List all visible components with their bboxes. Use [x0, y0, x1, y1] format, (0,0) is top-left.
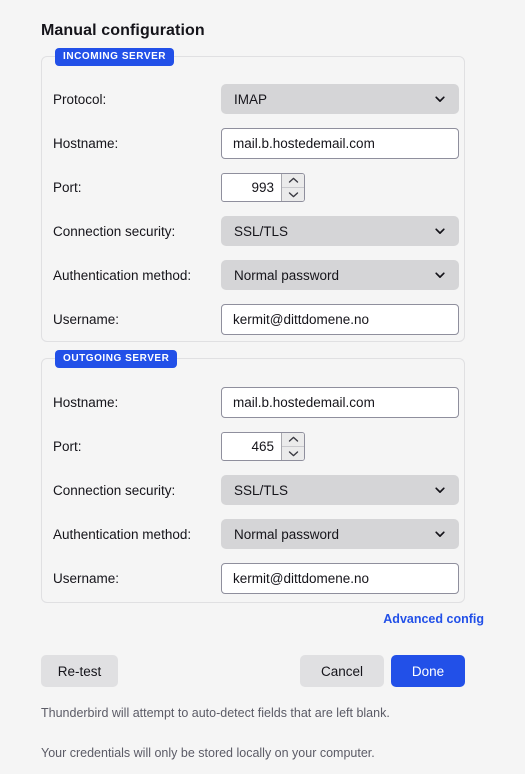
incoming-port-label: Port:: [53, 179, 82, 195]
outgoing-connection-security-value: SSL/TLS: [234, 482, 289, 498]
outgoing-port-stepper-buttons: [281, 432, 304, 460]
outgoing-username-label: Username:: [53, 570, 120, 586]
manual-configuration-panel: Manual configuration INCOMING SERVER Pro…: [0, 0, 525, 774]
incoming-hostname-row: Hostname: mail.b.hostedemail.com: [42, 127, 464, 159]
chevron-down-icon: [434, 269, 446, 281]
outgoing-username-value: kermit@dittdomene.no: [233, 570, 370, 586]
incoming-hostname-input[interactable]: mail.b.hostedemail.com: [221, 127, 459, 159]
done-button[interactable]: Done: [391, 655, 465, 687]
outgoing-hostname-label: Hostname:: [53, 394, 119, 410]
outgoing-hostname-row: Hostname: mail.b.hostedemail.com: [42, 386, 464, 418]
advanced-config-link[interactable]: Advanced config: [383, 612, 484, 626]
incoming-connection-security-label: Connection security:: [53, 223, 176, 239]
chevron-down-icon: [434, 225, 446, 237]
outgoing-port-label: Port:: [53, 438, 82, 454]
incoming-authentication-method-select[interactable]: Normal password: [221, 260, 459, 290]
incoming-username-label: Username:: [53, 311, 120, 327]
outgoing-port-value[interactable]: 465: [222, 433, 281, 460]
incoming-authentication-method-value: Normal password: [234, 267, 340, 283]
spinner-up-icon[interactable]: [282, 433, 304, 447]
chevron-down-icon: [434, 93, 446, 105]
outgoing-connection-security-label: Connection security:: [53, 482, 176, 498]
incoming-protocol-select[interactable]: IMAP: [221, 84, 459, 114]
outgoing-authentication-method-value: Normal password: [234, 526, 340, 542]
incoming-server-legend: INCOMING SERVER: [55, 48, 175, 66]
incoming-connection-security-value: SSL/TLS: [234, 223, 289, 239]
outgoing-authentication-method-select[interactable]: Normal password: [221, 519, 459, 549]
incoming-connection-security-row: Connection security: SSL/TLS: [42, 216, 464, 246]
incoming-port-stepper-buttons: [281, 173, 304, 201]
re-test-button[interactable]: Re-test: [41, 655, 118, 687]
incoming-hostname-value: mail.b.hostedemail.com: [233, 135, 375, 151]
cancel-button[interactable]: Cancel: [300, 655, 384, 687]
outgoing-authentication-method-row: Authentication method: Normal password: [42, 519, 464, 549]
incoming-username-row: Username: kermit@dittdomene.no: [42, 303, 464, 335]
outgoing-authentication-method-label: Authentication method:: [53, 526, 192, 542]
outgoing-username-row: Username: kermit@dittdomene.no: [42, 562, 464, 594]
incoming-hostname-label: Hostname:: [53, 135, 119, 151]
spinner-down-icon[interactable]: [282, 447, 304, 460]
chevron-down-icon: [434, 484, 446, 496]
credentials-note: Your credentials will only be stored loc…: [41, 746, 375, 760]
incoming-protocol-label: Protocol:: [53, 91, 107, 107]
outgoing-port-row: Port: 465: [42, 431, 464, 461]
chevron-down-icon: [434, 528, 446, 540]
spinner-down-icon[interactable]: [282, 188, 304, 201]
incoming-port-value[interactable]: 993: [222, 174, 281, 201]
incoming-authentication-method-label: Authentication method:: [53, 267, 192, 283]
autodetect-note: Thunderbird will attempt to auto-detect …: [41, 706, 390, 720]
incoming-port-stepper[interactable]: 993: [221, 172, 305, 202]
outgoing-server-fieldset: OUTGOING SERVER Hostname: mail.b.hostedem…: [41, 350, 465, 603]
incoming-connection-security-select[interactable]: SSL/TLS: [221, 216, 459, 246]
outgoing-username-input[interactable]: kermit@dittdomene.no: [221, 562, 459, 594]
incoming-authentication-method-row: Authentication method: Normal password: [42, 260, 464, 290]
incoming-username-input[interactable]: kermit@dittdomene.no: [221, 303, 459, 335]
incoming-protocol-value: IMAP: [234, 91, 268, 107]
outgoing-server-legend: OUTGOING SERVER: [55, 350, 178, 368]
page-title: Manual configuration: [41, 22, 205, 39]
outgoing-hostname-input[interactable]: mail.b.hostedemail.com: [221, 386, 459, 418]
outgoing-hostname-value: mail.b.hostedemail.com: [233, 394, 375, 410]
outgoing-connection-security-select[interactable]: SSL/TLS: [221, 475, 459, 505]
spinner-up-icon[interactable]: [282, 174, 304, 188]
outgoing-port-stepper[interactable]: 465: [221, 431, 305, 461]
outgoing-connection-security-row: Connection security: SSL/TLS: [42, 475, 464, 505]
incoming-protocol-row: Protocol: IMAP: [42, 84, 464, 114]
incoming-server-fieldset: INCOMING SERVER Protocol: IMAP Hostname: ma…: [41, 48, 465, 342]
incoming-username-value: kermit@dittdomene.no: [233, 311, 370, 327]
incoming-port-row: Port: 993: [42, 172, 464, 202]
